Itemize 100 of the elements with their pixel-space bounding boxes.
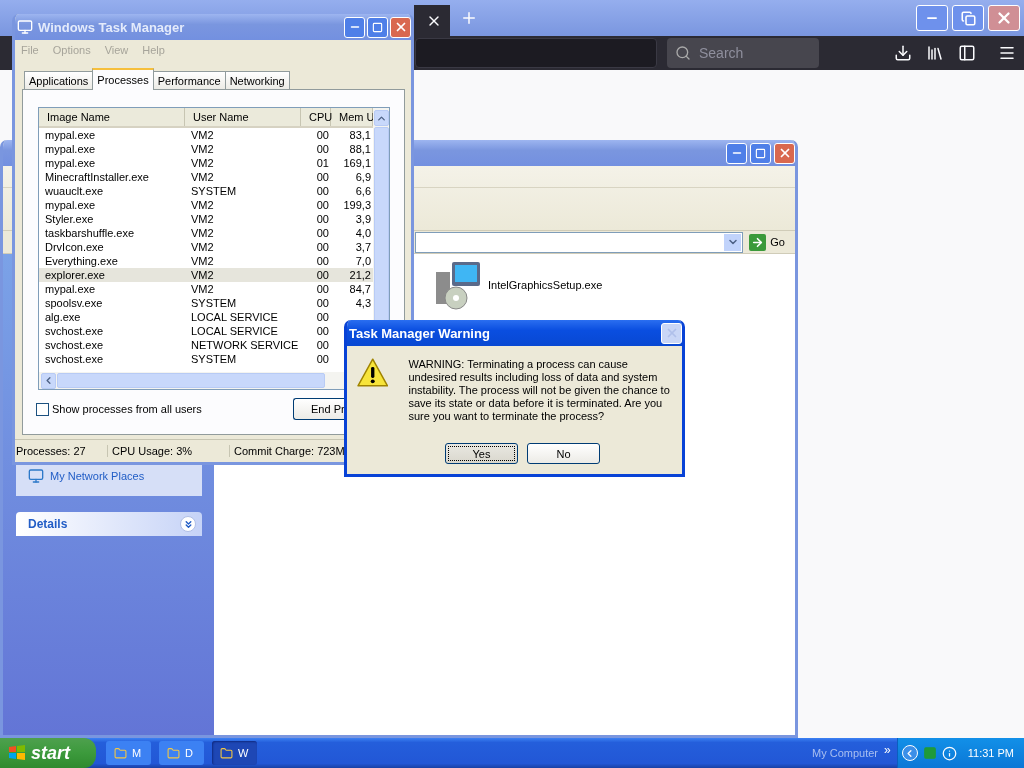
table-cell-text: mypal.exe — [44, 143, 97, 155]
table-cell-text: 00 — [315, 227, 330, 239]
tab[interactable]: Applications — [24, 71, 94, 90]
dialog-button[interactable]: No — [527, 443, 600, 464]
table-cell-text: svchost.exe — [44, 325, 105, 337]
menu-icon[interactable] — [998, 44, 1016, 62]
table-cell-text: VM2 — [190, 199, 215, 211]
process-row[interactable]: Everything.exe VM2 00 7,0 — [39, 254, 373, 268]
table-cell-text: 83,1 — [348, 129, 372, 141]
file-name[interactable]: IntelGraphicsSetup.exe — [488, 279, 603, 291]
table-cell-text: 84,7 — [348, 283, 372, 295]
network-places-link[interactable]: My Network Places — [28, 468, 145, 484]
end-process-button[interactable]: End Pr — [293, 398, 344, 420]
dialog-title: Task Manager Warning — [349, 325, 491, 341]
maximize-icon — [372, 21, 383, 33]
status-text: Processes: 27 — [15, 445, 108, 457]
tab[interactable]: Processes — [92, 68, 154, 90]
table-cell-text: VM2 — [190, 171, 215, 183]
process-row[interactable]: spoolsv.exe SYSTEM 00 4,3 — [39, 296, 373, 310]
expand-button[interactable] — [180, 516, 196, 532]
table-cell-text: VM2 — [190, 283, 215, 295]
restore-button[interactable] — [952, 5, 984, 31]
table-cell-text: 00 — [315, 241, 330, 253]
dialog-button[interactable]: Yes — [445, 443, 518, 464]
table-cell-text: mypal.exe — [44, 157, 97, 169]
process-row[interactable]: mypal.exe VM2 00 83,1 — [39, 128, 373, 142]
table-cell-text: 21,2 — [348, 269, 372, 281]
sidebar-icon[interactable] — [958, 44, 976, 62]
browser-tab[interactable] — [414, 5, 450, 36]
process-row[interactable]: mypal.exe VM2 01 169,1 — [39, 156, 373, 170]
process-row[interactable]: mypal.exe VM2 00 199,3 — [39, 198, 373, 212]
program-icon — [167, 746, 180, 760]
minimize-button[interactable] — [344, 16, 365, 38]
process-row[interactable]: alg.exe LOCAL SERVICE 00 — [39, 310, 373, 324]
process-row[interactable]: mypal.exe VM2 00 84,7 — [39, 282, 373, 296]
download-icon[interactable] — [894, 44, 912, 62]
table-cell-text: 88,1 — [348, 143, 372, 155]
table-cell-text: 00 — [315, 297, 330, 309]
search-field[interactable]: Search — [667, 38, 819, 68]
collapse-icon[interactable] — [901, 745, 918, 761]
minimize-button[interactable] — [726, 142, 747, 164]
close-button[interactable] — [988, 5, 1020, 31]
table-cell-text: SYSTEM — [190, 185, 238, 197]
scroll-up-button[interactable] — [373, 110, 389, 126]
table-cell-text: 6,9 — [354, 171, 372, 183]
table-cell-text: 4,0 — [354, 227, 372, 239]
process-row[interactable]: taskbarshuffle.exe VM2 00 4,0 — [39, 226, 373, 240]
column-header[interactable]: CPU — [301, 108, 331, 126]
computer-icon — [17, 19, 33, 35]
table-cell-text: 6,6 — [354, 185, 372, 197]
close-button[interactable] — [661, 322, 682, 344]
process-row[interactable]: wuauclt.exe SYSTEM 00 6,6 — [39, 184, 373, 198]
tab[interactable]: Performance — [152, 71, 226, 90]
table-cell-text: 00 — [315, 171, 330, 183]
table-cell-text: 00 — [315, 283, 330, 295]
scrollbar-thumb[interactable] — [57, 373, 325, 388]
minimize-button[interactable] — [916, 5, 948, 31]
dropdown-button[interactable] — [724, 233, 742, 251]
process-row[interactable]: explorer.exe VM2 00 21,2 — [39, 268, 373, 282]
taskbar-button[interactable]: W — [212, 741, 257, 765]
table-cell-text: 00 — [315, 213, 330, 225]
table-cell-text: 00 — [315, 255, 330, 267]
process-row[interactable]: Styler.exe VM2 00 3,9 — [39, 212, 373, 226]
address-field[interactable] — [415, 38, 657, 68]
table-cell-text: 00 — [315, 339, 330, 351]
table-cell-text: Everything.exe — [44, 255, 119, 267]
start-button[interactable]: start — [0, 738, 96, 768]
warning-message: WARNING: Terminating a process can cause undesired results including loss of data and system instability. The process will not be given the chance to save its state or data before it is terminated. Are you sure you want to terminate the process? — [408, 358, 671, 423]
toolbar-chevron[interactable]: » — [878, 743, 897, 763]
table-cell-text: 3,7 — [354, 241, 372, 253]
table-cell-text: svchost.exe — [44, 353, 105, 365]
column-header[interactable]: User Name — [185, 108, 301, 126]
table-cell-text: 00 — [315, 199, 330, 211]
show-all-users-checkbox[interactable]: Show processes from all users — [36, 402, 202, 416]
process-row[interactable]: MinecraftInstaller.exe VM2 00 6,9 — [39, 170, 373, 184]
table-cell-text: taskbarshuffle.exe — [44, 227, 136, 239]
tab[interactable]: Networking — [224, 71, 290, 90]
maximize-button[interactable] — [750, 142, 771, 164]
warning-icon — [357, 358, 389, 388]
address-field[interactable] — [415, 231, 744, 253]
scroll-left-button[interactable] — [41, 372, 56, 389]
maximize-button[interactable] — [367, 16, 388, 38]
process-row[interactable]: mypal.exe VM2 00 88,1 — [39, 142, 373, 156]
table-cell-text: 00 — [315, 129, 330, 141]
close-button[interactable] — [390, 16, 411, 38]
table-cell-text: Styler.exe — [44, 213, 95, 225]
window-title: Windows Task Manager — [38, 19, 186, 35]
details-title: Details — [28, 517, 68, 531]
maximize-icon — [755, 147, 766, 159]
table-cell-text: 7,0 — [354, 255, 372, 267]
close-button[interactable] — [774, 142, 795, 164]
info-icon[interactable] — [941, 745, 957, 761]
taskbar-button[interactable]: M — [106, 741, 151, 765]
table-cell-text: mypal.exe — [44, 129, 97, 141]
go-button[interactable]: Go — [747, 233, 787, 251]
clock: 11:31 PM — [967, 747, 1014, 759]
process-row[interactable]: DrvIcon.exe VM2 00 3,7 — [39, 240, 373, 254]
library-icon[interactable] — [926, 44, 944, 62]
column-header[interactable]: Image Name — [39, 108, 185, 126]
taskbar-button[interactable]: D — [159, 741, 204, 765]
